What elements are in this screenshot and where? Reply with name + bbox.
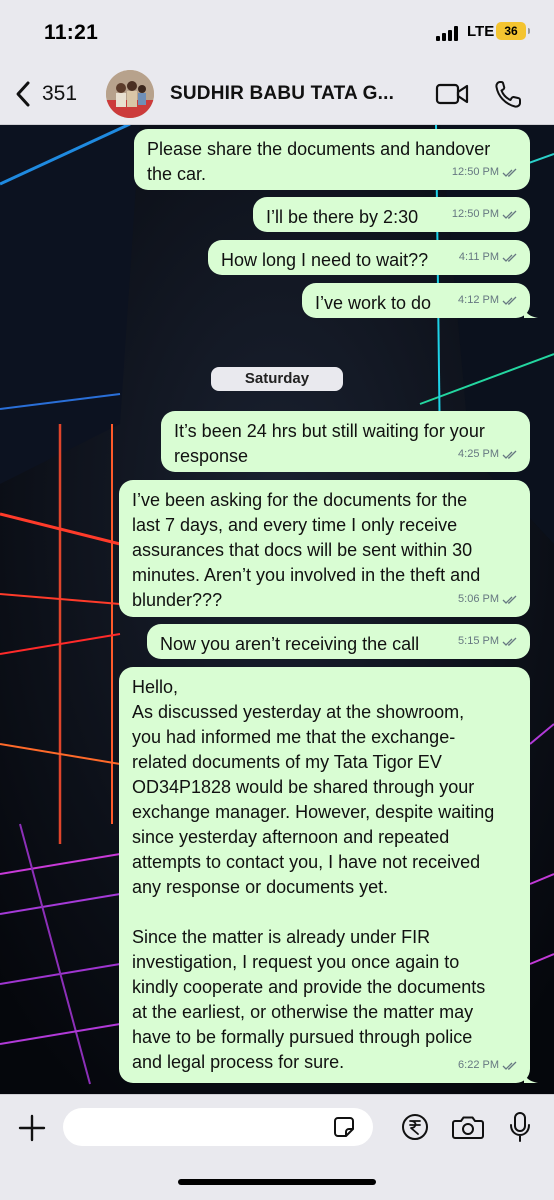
unread-count: 351 (42, 82, 78, 105)
double-check-icon (502, 168, 517, 177)
message-time: 4:11 PM (458, 251, 499, 263)
network-type: LTE (467, 23, 495, 40)
camera-icon[interactable] (452, 1115, 484, 1140)
message-time: 5:15 PM (458, 635, 499, 647)
message-time: 12:50 PM (451, 166, 499, 178)
message-text: Hello, As discussed yesterday at the sho… (132, 677, 495, 1072)
message-time: 4:12 PM (458, 294, 499, 306)
double-check-icon (502, 637, 517, 646)
phone-icon[interactable] (494, 79, 522, 109)
message-bubble[interactable]: I’ll be there by 2:30 12:50 PM (253, 197, 530, 232)
message-time: 6:22 PM (458, 1059, 499, 1071)
message-bubble[interactable]: Please share the documents and handover … (134, 129, 530, 190)
signal-icon (436, 26, 464, 41)
double-check-icon (502, 253, 517, 262)
chat-header: 351 SUDHIR BABU TATA G... (0, 64, 554, 125)
bubble-tail (524, 304, 538, 318)
double-check-icon (502, 296, 517, 305)
rupee-icon[interactable] (401, 1113, 429, 1141)
message-time: 4:25 PM (458, 448, 499, 460)
message-meta: 6:22 PM (458, 1053, 518, 1078)
message-bubble[interactable]: I’ve work to do 4:12 PM (302, 283, 538, 318)
double-check-icon (502, 450, 517, 459)
plus-icon[interactable] (17, 1113, 47, 1143)
status-bar: 11:21 LTE 36 (0, 0, 554, 64)
double-check-icon (502, 210, 517, 219)
message-input[interactable] (63, 1108, 373, 1146)
back-button[interactable]: 351 (14, 78, 77, 110)
contact-name[interactable]: SUDHIR BABU TATA G... (170, 83, 394, 105)
home-indicator[interactable] (178, 1179, 376, 1185)
message-bubble[interactable]: Hello, As discussed yesterday at the sho… (119, 667, 538, 1083)
bubble-tail (524, 1069, 538, 1083)
message-meta: 12:50 PM (452, 160, 518, 185)
chat-area[interactable]: Please share the documents and handover … (0, 124, 554, 1094)
sticker-icon[interactable] (333, 1116, 355, 1138)
message-time: 5:06 PM (458, 593, 499, 605)
message-bubble[interactable]: I’ve been asking for the documents for t… (119, 480, 530, 617)
microphone-icon[interactable] (508, 1111, 532, 1143)
chevron-left-icon (16, 81, 30, 107)
double-check-icon (502, 595, 517, 604)
battery-indicator: 36 (496, 22, 530, 40)
avatar[interactable] (106, 70, 154, 118)
message-meta: 4:25 PM (458, 442, 518, 467)
video-camera-icon[interactable] (435, 82, 469, 106)
message-meta: 5:15 PM (458, 629, 518, 654)
message-composer (0, 1094, 554, 1200)
message-meta: 4:12 PM (458, 288, 518, 313)
message-bubble[interactable]: Now you aren’t receiving the call 5:15 P… (147, 624, 530, 659)
message-meta: 4:11 PM (459, 245, 518, 270)
date-separator: Saturday (211, 367, 343, 391)
message-bubble[interactable]: It’s been 24 hrs but still waiting for y… (161, 411, 530, 472)
message-bubble[interactable]: How long I need to wait?? 4:11 PM (208, 240, 530, 275)
double-check-icon (502, 1061, 517, 1070)
message-meta: 12:50 PM (452, 202, 518, 227)
status-time: 11:21 (44, 21, 99, 44)
message-meta: 5:06 PM (458, 587, 518, 612)
message-time: 12:50 PM (451, 208, 499, 220)
